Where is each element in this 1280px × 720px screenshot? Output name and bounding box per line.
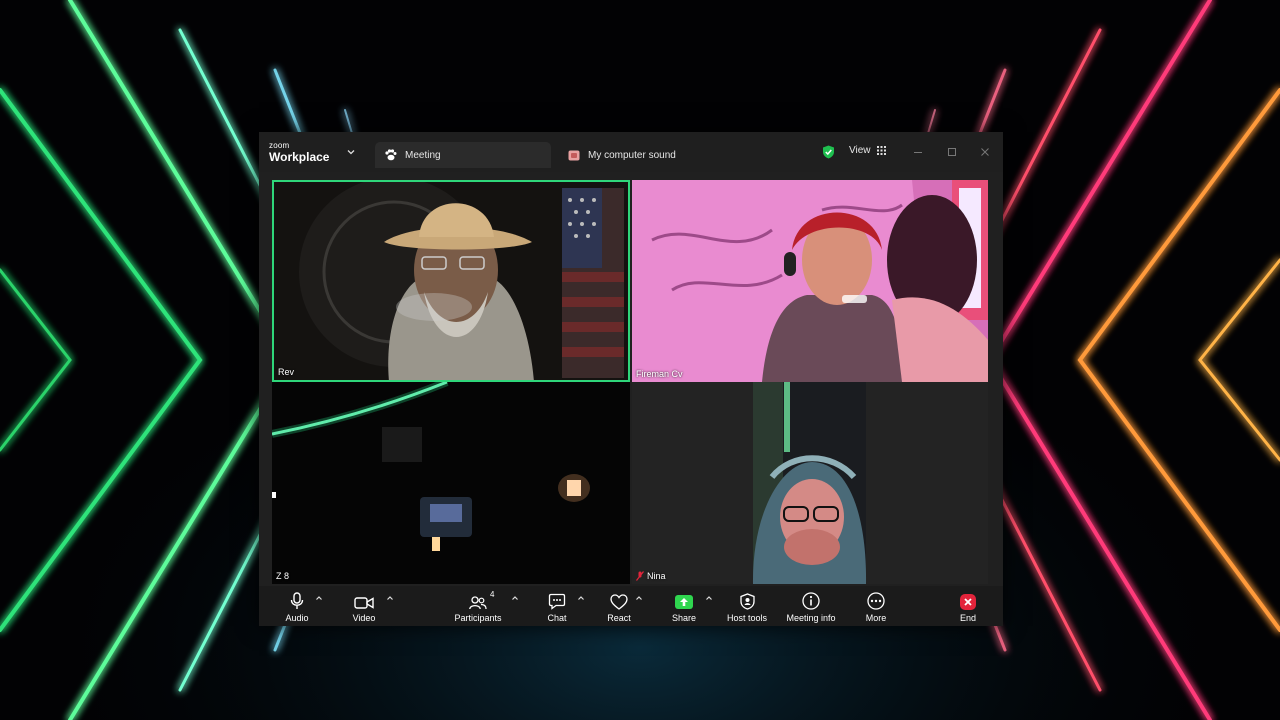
info-icon xyxy=(802,592,820,610)
host-tools-label: Host tools xyxy=(726,613,768,623)
close-icon[interactable] xyxy=(979,146,991,158)
video-feed-z8 xyxy=(272,382,630,584)
microphone-icon xyxy=(290,592,304,609)
chat-label: Chat xyxy=(547,613,567,623)
grid-view-icon xyxy=(876,146,886,155)
chevron-down-icon[interactable] xyxy=(346,147,356,157)
video-tile-rev[interactable]: Rev xyxy=(272,180,630,382)
maximize-icon[interactable] xyxy=(946,146,958,158)
tab-computer-sound[interactable]: My computer sound xyxy=(559,142,709,168)
chat-options-caret-icon[interactable] xyxy=(577,595,585,601)
video-tile-nina[interactable]: Nina xyxy=(632,382,988,584)
share-screen-icon xyxy=(675,595,693,609)
participants-icon xyxy=(469,596,487,610)
share-options-caret-icon[interactable] xyxy=(705,595,713,601)
video-options-caret-icon[interactable] xyxy=(386,595,394,601)
zoom-logo[interactable]: zoom Workplace xyxy=(269,141,330,165)
video-label: Video xyxy=(352,613,376,623)
muted-mic-icon xyxy=(636,571,644,581)
video-feed-fireman-cv xyxy=(632,180,988,382)
video-tile-fireman-cv[interactable]: Fireman Cv xyxy=(632,180,988,382)
meeting-info-button[interactable]: Meeting info xyxy=(785,586,837,626)
shield-icon xyxy=(739,593,755,610)
view-button[interactable]: View xyxy=(849,145,886,156)
more-label: More xyxy=(865,613,887,623)
chat-bubble-icon xyxy=(548,593,566,610)
video-grid: Rev Fireman Cv Z 8 Nina xyxy=(259,172,1003,586)
meeting-toolbar: Audio Video 4 Participants Chat React Sh… xyxy=(259,586,1003,626)
meeting-info-label: Meeting info xyxy=(786,613,836,623)
participant-name-nina: Nina xyxy=(636,571,666,581)
video-camera-icon xyxy=(354,597,374,609)
participant-name-rev: Rev xyxy=(278,367,295,377)
zoom-meeting-window: zoom Workplace Meeting My computer sound… xyxy=(259,132,1003,626)
brand-name: Workplace xyxy=(269,150,330,164)
host-tools-button[interactable]: Host tools xyxy=(725,586,769,626)
security-shield-icon[interactable] xyxy=(822,145,835,159)
chat-button[interactable]: Chat xyxy=(545,586,569,626)
minimize-icon[interactable] xyxy=(912,146,924,158)
video-tile-z8[interactable]: Z 8 xyxy=(272,382,630,584)
participants-label: Participants xyxy=(454,613,502,623)
tab-meeting[interactable]: Meeting xyxy=(375,142,551,168)
share-label: Share xyxy=(671,613,697,623)
share-button[interactable]: Share xyxy=(671,586,697,626)
end-meeting-icon xyxy=(960,594,976,610)
title-bar: zoom Workplace Meeting My computer sound… xyxy=(259,132,1003,172)
tab-meeting-label: Meeting xyxy=(405,149,441,161)
more-button[interactable]: More xyxy=(864,586,888,626)
heart-icon xyxy=(610,594,628,610)
react-options-caret-icon[interactable] xyxy=(635,595,643,601)
audio-options-caret-icon[interactable] xyxy=(315,595,323,601)
more-dots-icon xyxy=(867,592,885,610)
video-feed-nina xyxy=(632,382,988,584)
video-feed-rev xyxy=(274,182,628,380)
participants-count: 4 xyxy=(490,590,495,599)
video-button[interactable]: Video xyxy=(350,586,378,626)
sound-share-icon xyxy=(568,150,580,160)
participants-button[interactable]: 4 Participants xyxy=(453,586,503,626)
audio-label: Audio xyxy=(285,613,309,623)
react-button[interactable]: React xyxy=(606,586,632,626)
participants-options-caret-icon[interactable] xyxy=(511,595,519,601)
audio-button[interactable]: Audio xyxy=(283,586,311,626)
react-label: React xyxy=(607,613,631,623)
tab-computer-sound-label: My computer sound xyxy=(588,149,676,161)
participant-name-z8: Z 8 xyxy=(276,571,290,581)
participant-name-fireman-cv: Fireman Cv xyxy=(636,369,683,379)
end-label: End xyxy=(959,613,976,623)
paw-icon xyxy=(385,149,397,161)
brand-small-text: zoom xyxy=(269,141,290,150)
end-button[interactable]: End xyxy=(956,586,980,626)
view-label: View xyxy=(849,145,871,156)
